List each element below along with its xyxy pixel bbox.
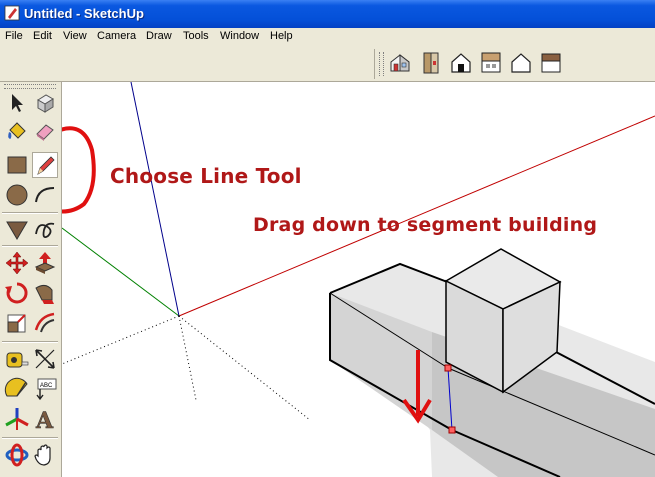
back-view-icon[interactable] <box>507 49 535 77</box>
offset-icon[interactable] <box>32 310 58 336</box>
toolbar-grip[interactable] <box>379 52 384 76</box>
front-view-icon[interactable] <box>447 49 475 77</box>
text-icon[interactable]: ABC <box>32 376 58 402</box>
segment-end-endpoint[interactable] <box>448 426 456 434</box>
views-toolbar-group <box>374 49 655 79</box>
push-pull-icon[interactable] <box>32 250 58 276</box>
paint-bucket-icon[interactable] <box>4 118 30 144</box>
svg-text:ABC: ABC <box>40 383 53 389</box>
menu-file[interactable]: File <box>5 30 23 42</box>
menu-window[interactable]: Window <box>220 30 259 42</box>
move-icon[interactable] <box>4 250 30 276</box>
blue-axis-negative <box>178 315 197 401</box>
window-title: Untitled - SketchUp <box>24 6 144 21</box>
menu-tools[interactable]: Tools <box>183 30 209 42</box>
orbit-icon[interactable] <box>4 442 30 468</box>
menu-help[interactable]: Help <box>270 30 293 42</box>
iso-view-icon[interactable] <box>387 49 415 77</box>
menu-edit[interactable]: Edit <box>33 30 52 42</box>
scale-icon[interactable] <box>4 310 30 336</box>
menu-view[interactable]: View <box>63 30 87 42</box>
green-axis-negative <box>178 315 311 421</box>
toolbar-separator <box>2 341 58 343</box>
select-icon[interactable] <box>4 90 30 116</box>
line-pencil-icon[interactable] <box>32 152 58 178</box>
tape-measure-icon[interactable] <box>4 346 30 372</box>
drag-down-annotation: Drag down to segment building <box>253 214 598 236</box>
blue-axis <box>130 82 180 317</box>
green-axis <box>62 227 180 317</box>
dimension-icon[interactable] <box>32 346 58 372</box>
title-bar: Untitled - SketchUp <box>0 0 655 28</box>
model-scene[interactable] <box>62 82 655 477</box>
views-toolbar <box>0 47 655 82</box>
make-component-icon[interactable] <box>32 90 58 116</box>
pan-icon[interactable] <box>32 442 58 468</box>
toolbar-separator <box>2 245 58 247</box>
menu-bar: File Edit View Camera Draw Tools Window … <box>0 28 655 48</box>
highlight-circle <box>62 126 96 214</box>
menu-camera[interactable]: Camera <box>97 30 136 42</box>
svg-text:A: A <box>35 408 54 432</box>
axes-icon[interactable] <box>4 406 30 432</box>
eraser-icon[interactable] <box>32 118 58 144</box>
segment-start-endpoint[interactable] <box>444 364 452 372</box>
3d-text-icon[interactable]: A <box>32 406 58 432</box>
toolbar-grip[interactable] <box>4 84 56 89</box>
left-view-icon[interactable] <box>537 49 565 77</box>
top-view-icon[interactable] <box>417 49 445 77</box>
protractor-icon[interactable] <box>4 376 30 402</box>
red-axis-negative <box>62 315 180 365</box>
follow-me-icon[interactable] <box>32 280 58 306</box>
rotate-icon[interactable] <box>4 280 30 306</box>
menu-draw[interactable]: Draw <box>146 30 172 42</box>
tools-palette: ABC A <box>0 82 62 477</box>
toolbar-separator <box>2 212 58 214</box>
right-view-icon[interactable] <box>477 49 505 77</box>
freehand-icon[interactable] <box>32 216 58 242</box>
arc-icon[interactable] <box>32 182 58 208</box>
circle-icon[interactable] <box>4 182 30 208</box>
rectangle-icon[interactable] <box>4 152 30 178</box>
polygon-icon[interactable] <box>4 216 30 242</box>
toolbar-separator <box>2 437 58 439</box>
sketchup-app-icon[interactable] <box>4 5 20 21</box>
choose-line-tool-annotation: Choose Line Tool <box>110 164 302 188</box>
drawing-viewport[interactable]: Choose Line Tool Drag down to segment bu… <box>62 82 655 477</box>
